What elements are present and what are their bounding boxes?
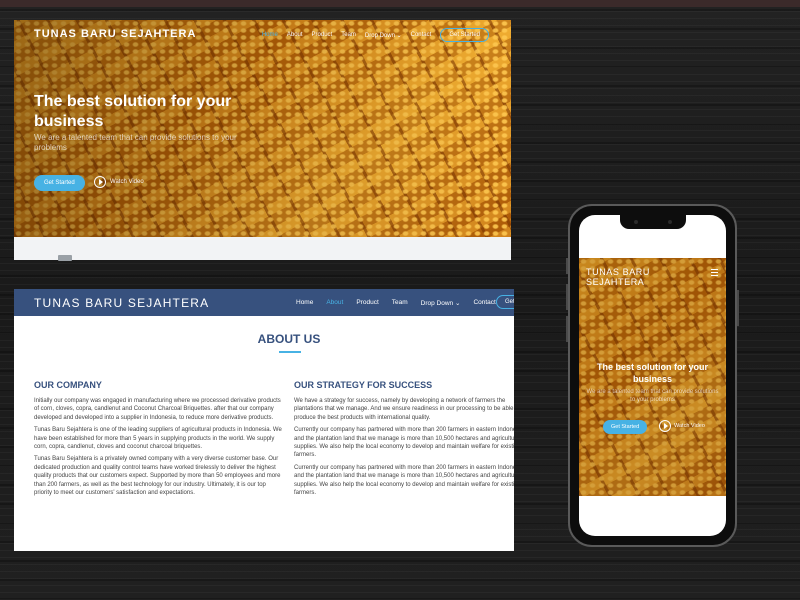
phone-mute-button — [566, 258, 568, 274]
about-nav-about[interactable]: About — [326, 299, 343, 307]
hero-watch-video-link[interactable]: Watch Video — [94, 176, 144, 188]
hero-get-started-button[interactable]: Get Started — [34, 175, 85, 191]
hero-subtitle: We are a talented team that can provide … — [34, 133, 237, 152]
about-nav-product[interactable]: Product — [356, 299, 378, 307]
mobile-get-started-button[interactable]: Get Started — [603, 420, 648, 434]
chevron-down-icon: ⌄ — [454, 300, 461, 307]
client-logo-icon — [58, 255, 72, 261]
company-paragraph: Tunas Baru Sejahtera is a privately owne… — [34, 456, 281, 497]
sensor-icon — [668, 220, 672, 224]
hero-nav-product[interactable]: Product — [312, 32, 333, 38]
about-navbar: TUNAS BARU SEJAHTERA Home About Product … — [14, 289, 514, 316]
about-nav-dropdown[interactable]: Drop Down ⌄ — [421, 299, 461, 307]
hero-brand-logo[interactable]: TUNAS BARU SEJAHTERA — [34, 28, 196, 40]
about-nav-contact[interactable]: Contact — [473, 299, 495, 307]
camera-icon — [634, 220, 638, 224]
company-paragraph: Initially our company was engaged in man… — [34, 398, 281, 421]
mobile-brand-logo[interactable]: TUNAS BARU SEJAHTERA — [586, 267, 676, 287]
mobile-hero-subtitle: We are a talented team that can provide … — [586, 389, 719, 403]
company-paragraph: Tunas Baru Sejahtera is one of the leadi… — [34, 427, 282, 451]
our-company-title: OUR COMPANY — [34, 380, 102, 390]
hero-nav-team[interactable]: Team — [341, 32, 356, 38]
mobile-hero: TUNAS BARU SEJAHTERA The best solution f… — [579, 258, 726, 496]
strategy-paragraph: We have a strategy for success, namely b… — [294, 398, 514, 421]
about-nav-team[interactable]: Team — [392, 299, 408, 307]
hero-nav-about[interactable]: About — [287, 32, 303, 38]
hero-title: The best solution for your business — [34, 93, 232, 130]
our-company-text: Initially our company was engaged in man… — [34, 397, 282, 501]
mobile-hero-title: The best solution for your business — [596, 362, 708, 384]
top-strip — [0, 0, 800, 7]
strategy-paragraph: Currently our company has partnered with… — [294, 464, 514, 497]
about-heading: ABOUT US — [257, 332, 321, 346]
strategy-text: We have a strategy for success, namely b… — [294, 397, 514, 501]
about-nav-home[interactable]: Home — [296, 299, 313, 307]
hero-nav-dropdown[interactable]: Drop Down ⌄ — [365, 32, 402, 39]
about-nav-menu: Home About Product Team Drop Down ⌄ Cont… — [296, 299, 496, 307]
hero-nav-home[interactable]: Home — [262, 32, 278, 38]
hamburger-menu-icon[interactable] — [711, 269, 718, 278]
phone-volume-up-button — [566, 284, 568, 310]
phone-mockup: TUNAS BARU SEJAHTERA The best solution f… — [566, 204, 739, 547]
about-page-screenshot: TUNAS BARU SEJAHTERA Home About Product … — [14, 289, 514, 551]
watch-video-label: Watch Video — [110, 179, 144, 185]
play-icon — [94, 176, 106, 188]
play-icon — [659, 420, 671, 432]
desktop-hero-screenshot: TUNAS BARU SEJAHTERA Home About Product … — [14, 20, 511, 237]
phone-power-button — [737, 290, 739, 326]
phone-volume-down-button — [566, 316, 568, 342]
heading-underline — [279, 351, 301, 353]
mobile-watch-video-label: Watch Video — [674, 423, 705, 429]
strategy-paragraph: Currently our company has partnered with… — [294, 427, 514, 459]
hero-nav-contact[interactable]: Contact — [411, 32, 432, 38]
about-get-started-button[interactable]: Get — [496, 295, 514, 309]
mobile-watch-video-link[interactable]: Watch Video — [659, 420, 705, 432]
hero-navbar: Home About Product Team Drop Down ⌄ Cont… — [262, 28, 489, 42]
phone-notch — [620, 215, 686, 229]
phone-screen: TUNAS BARU SEJAHTERA The best solution f… — [579, 215, 726, 536]
clients-strip — [14, 237, 511, 260]
about-brand-logo[interactable]: TUNAS BARU SEJAHTERA — [34, 296, 209, 310]
chevron-down-icon: ⌄ — [396, 32, 402, 39]
strategy-title: OUR STRATEGY FOR SUCCESS — [294, 380, 433, 390]
hero-get-started-nav-button[interactable]: Get Started — [440, 28, 489, 42]
